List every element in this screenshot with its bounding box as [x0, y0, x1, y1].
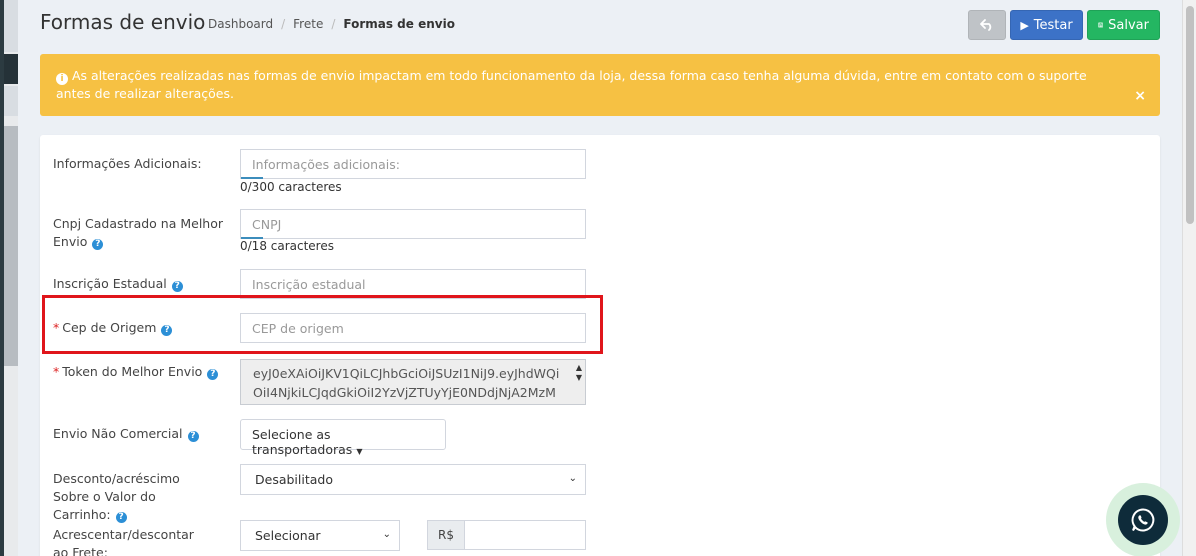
breadcrumb-current: Formas de envio — [343, 17, 455, 31]
chevron-down-icon: ⌄ — [382, 529, 391, 540]
help-icon[interactable]: ? — [92, 239, 104, 250]
caret-down-icon: ▼ — [356, 447, 363, 456]
carriers-dropdown[interactable]: Selecione as transportadoras ▼ — [240, 419, 446, 457]
breadcrumb: Dashboard / Frete / Formas de envio — [208, 17, 455, 31]
info-counter: 0/300 caracteres — [240, 180, 342, 194]
test-button-label: Testar — [1033, 17, 1073, 33]
nao-comercial-label: Envio Não Comercial? — [53, 425, 199, 443]
save-button[interactable]: Salvar — [1087, 10, 1160, 40]
sidebar-collapsed — [0, 0, 18, 556]
save-button-label: Salvar — [1108, 17, 1149, 33]
token-label: * Token do Melhor Envio? — [53, 363, 219, 381]
info-circle-icon: i — [56, 73, 68, 85]
help-icon[interactable]: ? — [171, 281, 183, 292]
breadcrumb-frete[interactable]: Frete — [293, 17, 323, 31]
frete-select[interactable]: Selecionar ⌄ — [240, 520, 400, 551]
help-icon[interactable]: ? — [207, 369, 219, 380]
highlight-box — [42, 295, 603, 354]
frete-value-input[interactable] — [464, 520, 586, 550]
undo-icon — [980, 19, 992, 31]
back-button[interactable] — [968, 10, 1006, 40]
play-icon: ▶ — [1020, 18, 1029, 32]
scrollbar-thumb[interactable] — [1186, 6, 1194, 224]
desconto-label: Desconto/acréscimo Sobre o Valor do Carr… — [53, 471, 180, 523]
info-input[interactable]: Informações adicionais: — [240, 149, 586, 179]
cnpj-label: Cnpj Cadastrado na Melhor Envio? — [53, 216, 223, 250]
currency-addon: R$ — [427, 520, 465, 550]
warning-alert: i As alterações realizadas nas formas de… — [40, 54, 1160, 116]
ie-label: Inscrição Estadual? — [53, 275, 183, 293]
help-icon[interactable]: ? — [115, 512, 127, 523]
help-icon[interactable]: ? — [187, 431, 199, 442]
whatsapp-icon — [1131, 508, 1155, 532]
cnpj-input[interactable]: CNPJ — [240, 209, 586, 239]
alert-close-button[interactable]: × — [1134, 87, 1146, 105]
chevron-down-icon: ⌄ — [568, 473, 577, 484]
test-button[interactable]: ▶ Testar — [1010, 10, 1083, 40]
whatsapp-button[interactable] — [1118, 495, 1168, 545]
content-header: Formas de envio Dashboard / Frete / Form… — [40, 8, 1160, 42]
breadcrumb-dashboard[interactable]: Dashboard — [208, 17, 273, 31]
frete-label: Acrescentar/descontar ao Frete: — [53, 527, 194, 556]
desconto-select[interactable]: Desabilitado ⌄ — [240, 464, 586, 495]
alert-message: As alterações realizadas nas formas de e… — [56, 68, 1087, 101]
cnpj-counter: 0/18 caracteres — [240, 239, 334, 253]
token-textarea[interactable]: eyJ0eXAiOiJKV1QiLCJhbGciOiJSUzI1NiJ9.eyJ… — [240, 359, 586, 405]
info-label: Informações Adicionais: — [53, 156, 202, 171]
page-title: Formas de envio — [40, 10, 206, 34]
textarea-scroll-arrows[interactable]: ▲ ▼ — [576, 363, 582, 383]
page-scrollbar[interactable] — [1182, 0, 1196, 556]
floppy-disk-icon — [1098, 22, 1104, 28]
